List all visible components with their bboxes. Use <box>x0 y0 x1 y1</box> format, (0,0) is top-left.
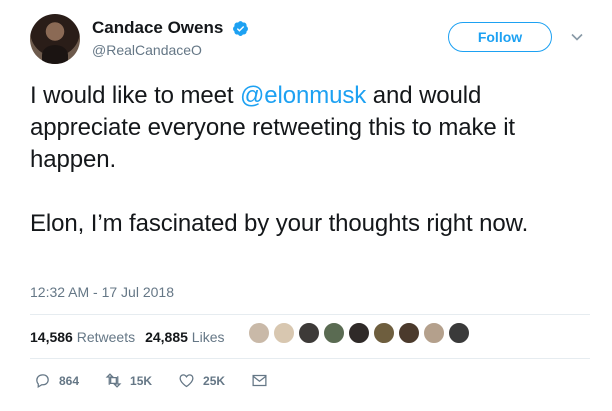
tweet-timestamp[interactable]: 12:32 AM - 17 Jul 2018 <box>30 284 174 300</box>
mention-link[interactable]: @elonmusk <box>240 82 366 109</box>
tweet-paragraph-1: I would like to meet @elonmusk and would… <box>30 80 590 176</box>
liker-avatar[interactable] <box>448 322 470 344</box>
reply-count: 864 <box>59 373 80 388</box>
tweet-actions: 864 15K 25K <box>34 372 302 389</box>
divider <box>30 314 590 315</box>
direct-message-button[interactable] <box>251 372 276 389</box>
likes-label: Likes <box>191 329 225 345</box>
user-handle[interactable]: @RealCandaceO <box>92 42 249 58</box>
retweets-stat[interactable]: 14,586 Retweets <box>30 329 135 345</box>
liker-avatar[interactable] <box>298 322 320 344</box>
liker-avatar[interactable] <box>398 322 420 344</box>
heart-icon <box>179 374 194 388</box>
tweet-stats: 14,586 Retweets 24,885 Likes <box>30 322 234 352</box>
chevron-down-icon[interactable] <box>570 30 584 44</box>
tweet-text-segment: I would like to meet <box>30 82 240 109</box>
likes-count: 24,885 <box>145 329 188 345</box>
retweets-label: Retweets <box>76 329 136 345</box>
tweet-header: Candace Owens @RealCandaceO Follow <box>30 14 590 70</box>
retweet-button[interactable]: 15K <box>105 372 152 389</box>
reply-button[interactable]: 864 <box>34 372 79 389</box>
reply-icon <box>36 374 49 389</box>
like-count: 25K <box>203 373 226 388</box>
liker-avatars <box>248 322 473 344</box>
follow-button[interactable]: Follow <box>448 22 552 52</box>
display-name[interactable]: Candace Owens <box>92 18 223 38</box>
tweet-text: I would like to meet @elonmusk and would… <box>30 80 590 240</box>
verified-badge-icon <box>232 20 248 36</box>
likes-stat[interactable]: 24,885 Likes <box>145 329 224 345</box>
envelope-icon <box>252 374 267 387</box>
liker-avatar[interactable] <box>248 322 270 344</box>
avatar[interactable] <box>30 14 80 64</box>
retweets-count: 14,586 <box>30 329 73 345</box>
like-button[interactable]: 25K <box>178 372 225 389</box>
tweet-paragraph-2: Elon, I’m fascinated by your thoughts ri… <box>30 210 529 237</box>
liker-avatar[interactable] <box>373 322 395 344</box>
liker-avatar[interactable] <box>348 322 370 344</box>
liker-avatar[interactable] <box>423 322 445 344</box>
retweet-icon <box>105 373 122 388</box>
divider <box>30 358 590 359</box>
liker-avatar[interactable] <box>273 322 295 344</box>
retweet-count: 15K <box>130 373 153 388</box>
liker-avatar[interactable] <box>323 322 345 344</box>
user-info: Candace Owens @RealCandaceO <box>92 18 249 58</box>
